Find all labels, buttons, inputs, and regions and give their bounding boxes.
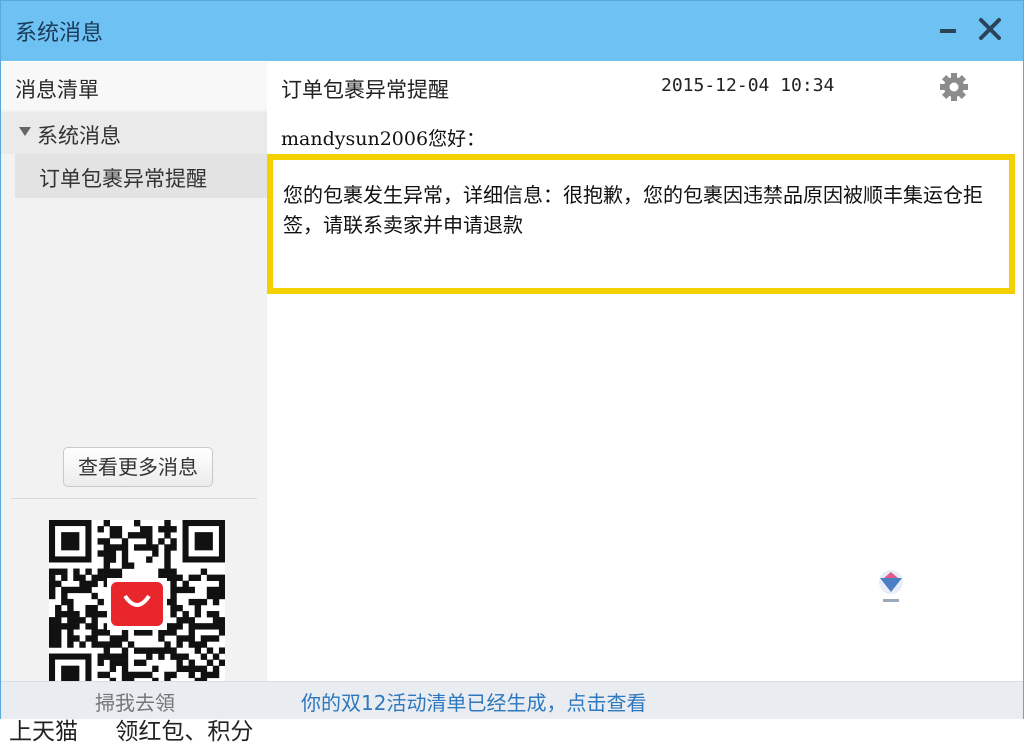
settings-button[interactable] [937, 70, 971, 104]
minimize-button[interactable] [931, 13, 965, 47]
message-title: 订单包裹异常提醒 [281, 78, 449, 102]
sidebar-divider [11, 498, 257, 499]
message-body: 您的包裹发生异常，详细信息：很抱歉，您的包裹因违禁品原因被顺丰集运仓拒签，请联系… [283, 183, 983, 237]
promo-right: 领红包、积分 [115, 719, 254, 745]
view-more-messages-button[interactable]: 查看更多消息 [63, 447, 213, 487]
sidebar-header: 消息清單 [1, 62, 267, 110]
sidebar: 消息清單 系统消息 订单包裹异常提醒 查看更多消息 上天猫 领红包、积分 [1, 62, 267, 745]
system-message-window: 系统消息 消息清單 系统消息 订单包裹异常提醒 查看更多消息 上天猫 领红包、积… [0, 0, 1024, 745]
greeting-suffix: 您好： [428, 128, 486, 150]
activity-list-link[interactable]: 你的双12活动清单已经生成，点击查看 [301, 687, 646, 716]
tree-group-system-messages[interactable]: 系统消息 [1, 112, 267, 154]
close-icon [979, 18, 1001, 55]
tmall-qr-code [49, 520, 225, 696]
footer-bar: 掃我去領 你的双12活动清单已经生成，点击查看 [1, 681, 1023, 719]
expand-arrow-icon[interactable] [19, 127, 31, 136]
sidebar-title: 消息清單 [15, 78, 99, 102]
window-title: 系统消息 [15, 21, 104, 46]
close-button[interactable] [973, 13, 1007, 47]
minimize-icon [939, 20, 957, 55]
watermark-logo-icon [875, 568, 907, 608]
greeting-user: mandysun2006 [281, 128, 429, 150]
promo-left: 上天猫 [9, 719, 78, 745]
title-bar[interactable]: 系统消息 [1, 1, 1023, 61]
tree-group-label: 系统消息 [37, 124, 121, 148]
qr-code-graphic [49, 520, 225, 696]
scan-prompt: 掃我去領 [95, 691, 175, 715]
sidebar-item-order-exception[interactable]: 订单包裹异常提醒 [15, 154, 267, 198]
message-timestamp: 2015-12-04 10:34 [661, 75, 835, 96]
sidebar-item-label: 订单包裹异常提醒 [39, 167, 207, 191]
message-body-highlight: 您的包裹发生异常，详细信息：很抱歉，您的包裹因违禁品原因被顺丰集运仓拒签，请联系… [267, 154, 1015, 294]
gear-icon [940, 73, 968, 101]
greeting: mandysun2006您好： [281, 124, 485, 151]
message-content: 订单包裹异常提醒 2015-12-04 10:34 mandysun2006您好… [267, 62, 1023, 681]
